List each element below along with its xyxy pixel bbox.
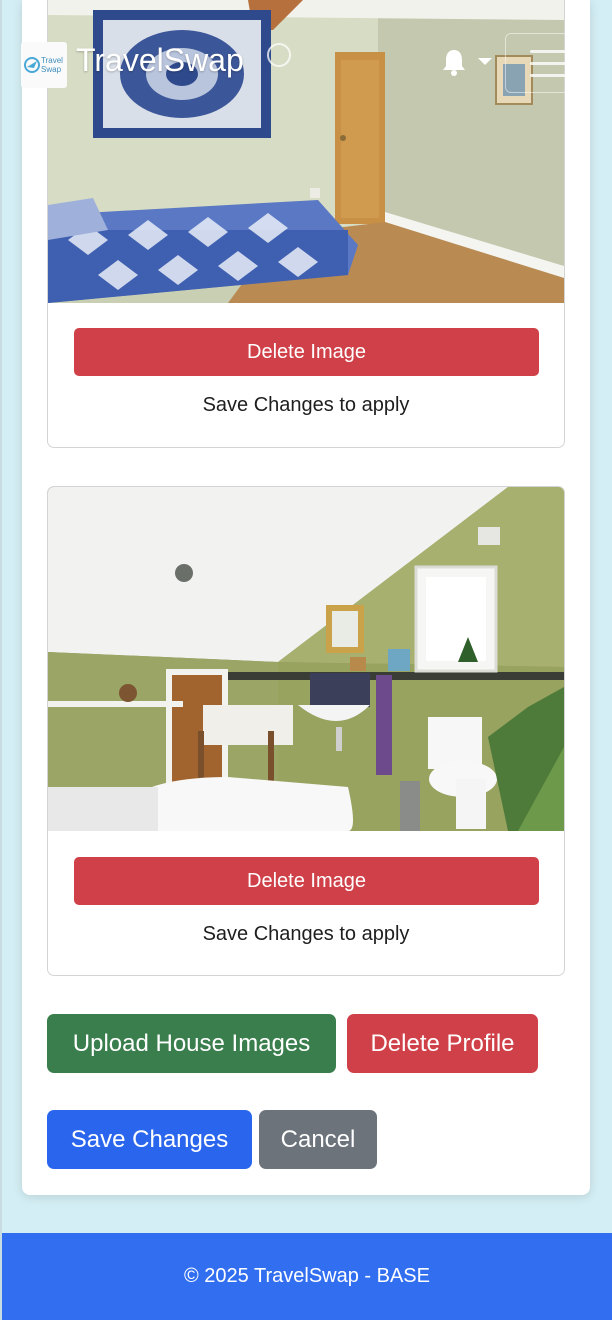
- delete-profile-button[interactable]: Delete Profile: [347, 1014, 538, 1073]
- logo-text-line2: Swap: [41, 65, 62, 74]
- chevron-down-icon[interactable]: [478, 58, 492, 65]
- house-image-card: Delete Image Save Changes to apply: [47, 486, 565, 976]
- save-changes-note: Save Changes to apply: [202, 923, 410, 945]
- bell-icon[interactable]: [441, 48, 467, 76]
- hamburger-menu-icon[interactable]: [505, 33, 569, 93]
- save-changes-button[interactable]: Save Changes: [47, 1110, 252, 1169]
- theme-toggle-icon[interactable]: [267, 43, 291, 67]
- upload-house-images-button[interactable]: Upload House Images: [47, 1014, 336, 1073]
- delete-image-button[interactable]: Delete Image: [74, 857, 539, 905]
- footer-text: © 2025 TravelSwap - BASE: [184, 1265, 430, 1287]
- delete-image-button[interactable]: Delete Image: [74, 328, 539, 376]
- save-changes-note: Save Changes to apply: [202, 394, 410, 416]
- logo-text-line1: Travel: [41, 56, 63, 65]
- brand-name[interactable]: TravelSwap: [76, 42, 244, 79]
- footer: © 2025 TravelSwap - BASE: [2, 1233, 612, 1320]
- logo-icon[interactable]: Travel Swap: [21, 42, 67, 88]
- bathroom-photo: [48, 487, 564, 831]
- cancel-button[interactable]: Cancel: [259, 1110, 377, 1169]
